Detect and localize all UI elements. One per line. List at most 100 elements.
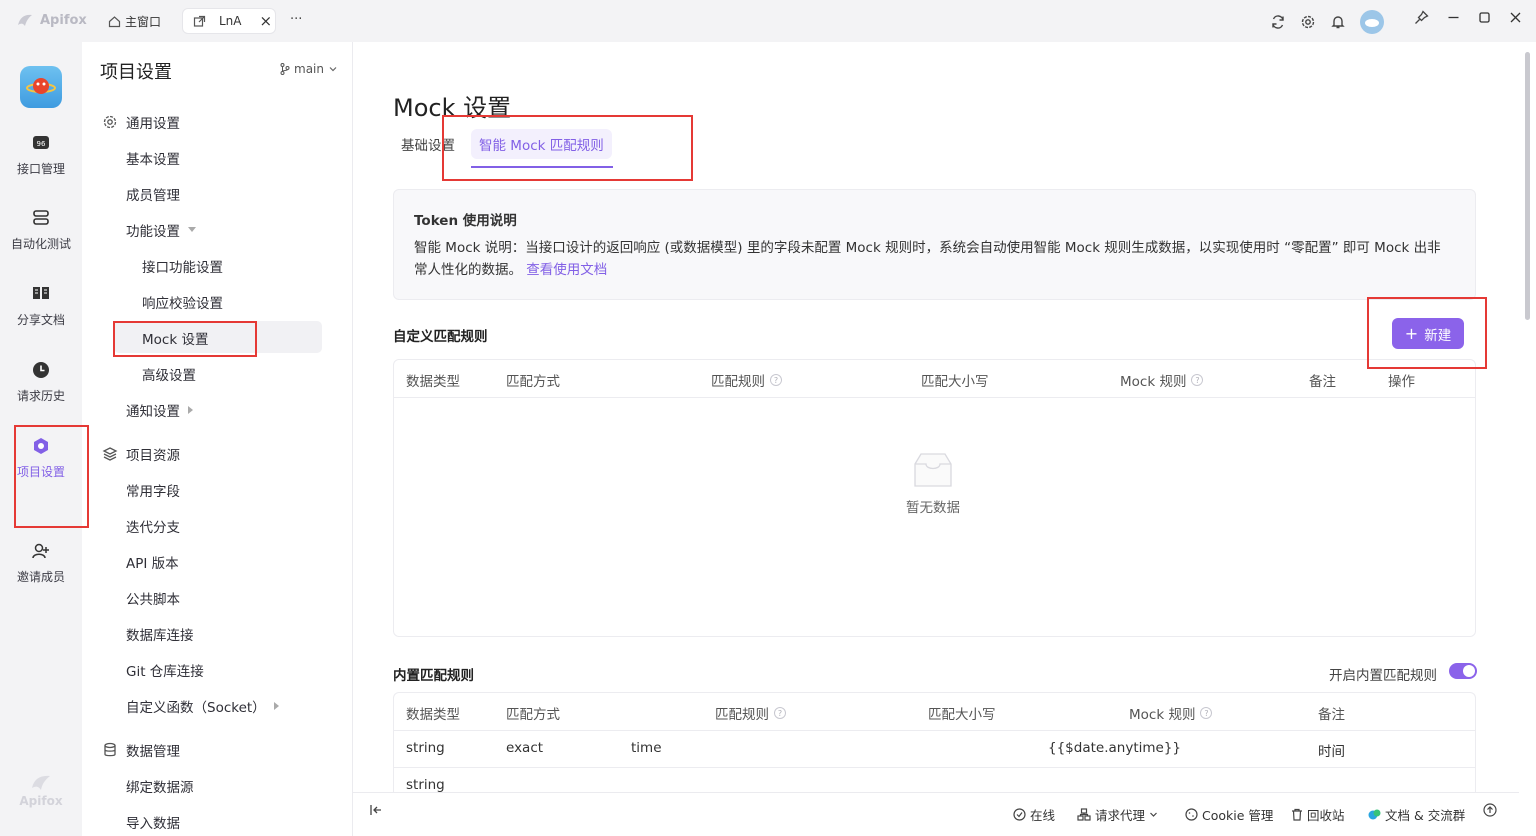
cookie-manager[interactable]: Cookie 管理 [1185, 805, 1273, 824]
more-tabs-icon[interactable]: ··· [290, 12, 302, 27]
nav-item-members[interactable]: 成员管理 [126, 184, 180, 204]
col-match-rule: 匹配规则? [711, 370, 782, 390]
nav-item-api-features[interactable]: 接口功能设置 [142, 256, 223, 276]
left-rail: 96 接口管理 自动化测试 分享文档 请求历史 项目设置 邀请成员 Apifox [0, 42, 82, 836]
help-icon[interactable]: ? [1200, 707, 1213, 719]
avatar[interactable] [1360, 10, 1384, 34]
recycle-bin[interactable]: 回收站 [1291, 805, 1345, 824]
refresh-icon[interactable] [1270, 14, 1286, 30]
pin-icon[interactable] [1414, 10, 1429, 25]
col-data-type: 数据类型 [406, 374, 460, 390]
rail-label: 项目设置 [16, 465, 65, 479]
api-icon: 96 [31, 134, 51, 154]
nav-item-iteration-branch[interactable]: 迭代分支 [126, 516, 180, 536]
docs-link[interactable]: 查看使用文档 [526, 262, 607, 278]
builtin-rules-toggle[interactable] [1449, 663, 1477, 679]
request-proxy[interactable]: 请求代理 [1077, 805, 1158, 824]
branch-icon [280, 63, 290, 75]
bell-icon[interactable] [1330, 14, 1346, 30]
nav-item-db-connection[interactable]: 数据库连接 [126, 624, 194, 644]
settings-hex-icon [31, 437, 51, 457]
table-row[interactable]: string exact time {{$date.anytime}} 时间 [394, 731, 1475, 768]
main-content: Mock 设置 基础设置 智能 Mock 匹配规则 Token 使用说明 智能 … [353, 42, 1519, 802]
empty-state: 暂无数据 [906, 450, 960, 516]
builtin-rules-title: 内置匹配规则 [393, 668, 474, 684]
rail-item-autotest[interactable]: 自动化测试 [0, 209, 82, 252]
nav-item-basic[interactable]: 基本设置 [126, 148, 180, 168]
main-scrollbar[interactable] [1519, 42, 1536, 836]
collapse-sidebar-icon[interactable] [369, 803, 383, 817]
rail-item-docs[interactable]: 分享文档 [0, 285, 82, 328]
cell-type: string [406, 740, 445, 756]
community-icon [1368, 809, 1381, 820]
custom-rules-table: 数据类型 匹配方式 匹配规则? 匹配大小写 Mock 规则? 备注 操作 暂无数… [393, 359, 1476, 637]
maximize-icon[interactable] [1478, 11, 1491, 24]
nav-item-common-fields[interactable]: 常用字段 [126, 480, 180, 500]
check-circle-icon [1013, 808, 1026, 821]
plus-icon: + [1404, 323, 1419, 343]
upload-icon[interactable] [1483, 803, 1497, 817]
nav-item-import-data[interactable]: 导入数据 [126, 812, 180, 832]
docs-and-community[interactable]: 文档 & 交流群 [1368, 805, 1465, 824]
help-icon[interactable]: ? [774, 707, 786, 719]
trash-icon [1292, 808, 1302, 821]
nav-item-git-connection[interactable]: Git 仓库连接 [126, 660, 204, 680]
nav-item-public-scripts[interactable]: 公共脚本 [126, 588, 180, 608]
tab-project[interactable]: LnA × [182, 8, 276, 34]
rail-item-history[interactable]: 请求历史 [0, 361, 82, 404]
nav-item-bind-datasource[interactable]: 绑定数据源 [126, 776, 194, 796]
col-match-mode: 匹配方式 [506, 374, 560, 390]
online-status[interactable]: 在线 [1013, 805, 1055, 824]
apifox-logo-icon [18, 14, 32, 26]
branch-selector[interactable]: main [280, 62, 338, 76]
tab-home[interactable]: 主窗口 [100, 8, 172, 34]
app-name: Apifox [40, 12, 87, 28]
close-window-icon[interactable] [1509, 11, 1522, 24]
layers-icon [102, 447, 118, 461]
rail-item-invite[interactable]: 邀请成员 [0, 542, 82, 585]
nav-group-data[interactable]: 数据管理 [102, 740, 180, 760]
col-mock-rule: Mock 规则? [1120, 370, 1204, 390]
tab-basic-settings[interactable]: 基础设置 [401, 134, 455, 154]
home-icon [106, 15, 122, 28]
col-note: 备注 [1309, 374, 1336, 390]
nav-item-custom-functions[interactable]: 自定义函数（Socket） [126, 696, 280, 716]
gear-icon[interactable] [1300, 14, 1316, 30]
help-icon[interactable]: ? [1191, 374, 1204, 386]
nav-item-advanced[interactable]: 高级设置 [142, 364, 196, 384]
title-bar: Apifox 主窗口 LnA × ··· [0, 0, 1536, 42]
custom-rules-title: 自定义匹配规则 [393, 329, 488, 345]
rail-footer-logo: Apifox [0, 772, 82, 808]
cell-type: string [406, 777, 445, 793]
nav-group-resources[interactable]: 项目资源 [102, 444, 180, 464]
status-bar: 在线 请求代理 Cookie 管理 回收站 文档 & 交流群 [353, 792, 1519, 836]
caret-right-icon [273, 702, 279, 710]
col-data-type: 数据类型 [406, 707, 460, 723]
tab-smart-mock-rules[interactable]: 智能 Mock 匹配规则 [471, 129, 612, 159]
close-tab-icon[interactable]: × [260, 12, 273, 30]
help-icon[interactable]: ? [770, 374, 782, 386]
book-icon [31, 285, 51, 305]
network-icon [1077, 808, 1091, 821]
branch-name: main [294, 62, 324, 76]
nav-item-api-version[interactable]: API 版本 [126, 552, 179, 572]
nav-item-notify[interactable]: 通知设置 [126, 400, 194, 420]
col-case-sensitive: 匹配大小写 [928, 707, 996, 723]
caret-down-icon [188, 227, 196, 232]
rail-item-api[interactable]: 96 接口管理 [0, 134, 82, 177]
nav-title: 项目设置 [100, 62, 172, 83]
nav-item-mock-settings[interactable]: Mock 设置 [142, 328, 208, 348]
rail-item-settings[interactable]: 项目设置 [0, 437, 82, 480]
col-match-mode: 匹配方式 [506, 707, 560, 723]
project-avatar[interactable] [20, 66, 62, 108]
scrollbar-thumb[interactable] [1525, 52, 1530, 320]
nav-group-general[interactable]: 通用设置 [102, 112, 180, 132]
nav-item-features[interactable]: 功能设置 [126, 220, 196, 240]
nav-item-response-validation[interactable]: 响应校验设置 [142, 292, 223, 312]
new-rule-button[interactable]: + 新建 [1392, 318, 1464, 349]
svg-text:96: 96 [37, 140, 46, 148]
stack-icon [31, 209, 51, 229]
rail-label: 请求历史 [16, 389, 65, 403]
info-panel: Token 使用说明 智能 Mock 说明：当接口设计的返回响应 (或数据模型)… [393, 189, 1476, 300]
minimize-icon[interactable] [1447, 11, 1460, 24]
